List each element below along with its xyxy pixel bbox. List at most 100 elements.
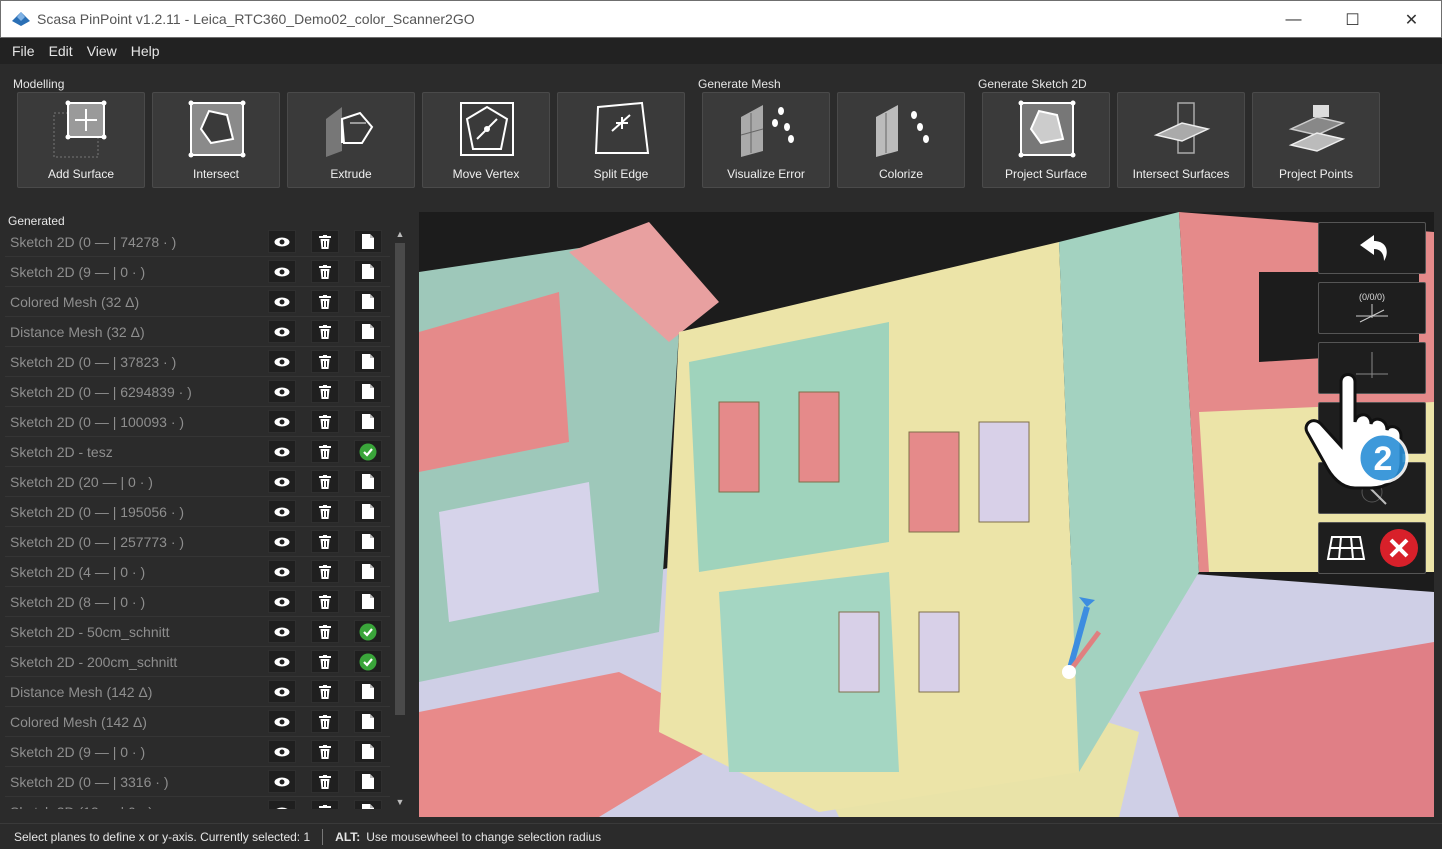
list-item[interactable]: Sketch 2D (0 — | 257773 · ) [5, 527, 390, 557]
set-origin-button[interactable]: (0/0/0) [1318, 282, 1426, 334]
visibility-eye-icon[interactable] [268, 290, 296, 313]
split-edge-button[interactable]: Split Edge [557, 92, 685, 188]
export-document-icon[interactable] [354, 320, 382, 343]
export-document-icon[interactable] [354, 410, 382, 433]
export-document-icon[interactable] [354, 290, 382, 313]
list-scrollbar[interactable]: ▲ ▼ [393, 227, 407, 809]
delete-trash-icon[interactable] [311, 500, 339, 523]
list-item[interactable]: Sketch 2D (0 — | 37823 · ) [5, 347, 390, 377]
export-document-icon[interactable] [354, 590, 382, 613]
export-document-icon[interactable] [354, 350, 382, 373]
export-document-icon[interactable] [354, 470, 382, 493]
delete-trash-icon[interactable] [311, 560, 339, 583]
menu-edit[interactable]: Edit [42, 43, 80, 59]
exported-check-icon[interactable] [354, 650, 382, 673]
list-item[interactable]: Sketch 2D (0 — | 74278 · ) [5, 227, 390, 257]
list-item[interactable]: Distance Mesh (142 Δ) [5, 677, 390, 707]
move-vertex-button[interactable]: Move Vertex [422, 92, 550, 188]
visibility-eye-icon[interactable] [268, 440, 296, 463]
list-item[interactable]: Colored Mesh (142 Δ) [5, 707, 390, 737]
visibility-eye-icon[interactable] [268, 320, 296, 343]
visibility-eye-icon[interactable] [268, 590, 296, 613]
visibility-eye-icon[interactable] [268, 410, 296, 433]
close-window-button[interactable]: ✕ [1382, 1, 1441, 39]
list-item[interactable]: Sketch 2D - 200cm_schnitt [5, 647, 390, 677]
list-item[interactable]: Sketch 2D (20 — | 0 · ) [5, 467, 390, 497]
export-document-icon[interactable] [354, 230, 382, 253]
grid-toggle-button[interactable] [1318, 522, 1426, 574]
delete-trash-icon[interactable] [311, 530, 339, 553]
visibility-eye-icon[interactable] [268, 560, 296, 583]
visibility-eye-icon[interactable] [268, 530, 296, 553]
delete-trash-icon[interactable] [311, 320, 339, 343]
3d-viewport[interactable]: (0/0/0) 2 [419, 212, 1434, 817]
export-document-icon[interactable] [354, 530, 382, 553]
project-points-button[interactable]: Project Points [1252, 92, 1380, 188]
delete-trash-icon[interactable] [311, 770, 339, 793]
list-item[interactable]: Sketch 2D (8 — | 0 · ) [5, 587, 390, 617]
close-red-icon[interactable] [1379, 528, 1419, 568]
export-document-icon[interactable] [354, 380, 382, 403]
undo-view-button[interactable] [1318, 222, 1426, 274]
visibility-eye-icon[interactable] [268, 680, 296, 703]
maximize-button[interactable]: ☐ [1323, 1, 1382, 39]
delete-trash-icon[interactable] [311, 620, 339, 643]
menu-view[interactable]: View [80, 43, 124, 59]
export-document-icon[interactable] [354, 710, 382, 733]
list-item[interactable]: Sketch 2D (0 — | 3316 · ) [5, 767, 390, 797]
scroll-down-arrow-icon[interactable]: ▼ [393, 795, 407, 809]
delete-trash-icon[interactable] [311, 680, 339, 703]
delete-trash-icon[interactable] [311, 800, 339, 809]
delete-trash-icon[interactable] [311, 590, 339, 613]
visibility-eye-icon[interactable] [268, 470, 296, 493]
list-item[interactable]: Sketch 2D (12 — | 0 · ) [5, 797, 390, 809]
add-surface-button[interactable]: Add Surface [17, 92, 145, 188]
export-document-icon[interactable] [354, 680, 382, 703]
project-surface-button[interactable]: Project Surface [982, 92, 1110, 188]
visibility-eye-icon[interactable] [268, 230, 296, 253]
list-item[interactable]: Sketch 2D (0 — | 100093 · ) [5, 407, 390, 437]
list-item[interactable]: Sketch 2D (0 — | 195056 · ) [5, 497, 390, 527]
delete-trash-icon[interactable] [311, 470, 339, 493]
intersect-button[interactable]: Intersect [152, 92, 280, 188]
exported-check-icon[interactable] [354, 620, 382, 643]
delete-trash-icon[interactable] [311, 440, 339, 463]
visibility-eye-icon[interactable] [268, 770, 296, 793]
visibility-eye-icon[interactable] [268, 380, 296, 403]
delete-trash-icon[interactable] [311, 380, 339, 403]
menu-file[interactable]: File [5, 43, 42, 59]
exported-check-icon[interactable] [354, 440, 382, 463]
list-item[interactable]: Sketch 2D - 50cm_schnitt [5, 617, 390, 647]
export-document-icon[interactable] [354, 770, 382, 793]
scroll-thumb[interactable] [395, 243, 405, 715]
list-item[interactable]: Sketch 2D (9 — | 0 · ) [5, 257, 390, 287]
export-document-icon[interactable] [354, 740, 382, 763]
delete-trash-icon[interactable] [311, 290, 339, 313]
intersect-surfaces-button[interactable]: Intersect Surfaces [1117, 92, 1245, 188]
export-document-icon[interactable] [354, 500, 382, 523]
visibility-eye-icon[interactable] [268, 350, 296, 373]
delete-trash-icon[interactable] [311, 350, 339, 373]
export-document-icon[interactable] [354, 560, 382, 583]
list-item[interactable]: Sketch 2D (0 — | 6294839 · ) [5, 377, 390, 407]
list-item[interactable]: Colored Mesh (32 Δ) [5, 287, 390, 317]
visibility-eye-icon[interactable] [268, 710, 296, 733]
visibility-eye-icon[interactable] [268, 260, 296, 283]
list-item[interactable]: Sketch 2D - tesz [5, 437, 390, 467]
colorize-button[interactable]: Colorize [837, 92, 965, 188]
list-item[interactable]: Sketch 2D (9 — | 0 · ) [5, 737, 390, 767]
menu-help[interactable]: Help [124, 43, 167, 59]
delete-trash-icon[interactable] [311, 740, 339, 763]
visibility-eye-icon[interactable] [268, 800, 296, 809]
visibility-eye-icon[interactable] [268, 500, 296, 523]
export-document-icon[interactable] [354, 260, 382, 283]
delete-trash-icon[interactable] [311, 230, 339, 253]
extrude-button[interactable]: Extrude [287, 92, 415, 188]
scroll-up-arrow-icon[interactable]: ▲ [393, 227, 407, 241]
visibility-eye-icon[interactable] [268, 740, 296, 763]
delete-trash-icon[interactable] [311, 260, 339, 283]
minimize-button[interactable]: — [1264, 1, 1323, 39]
list-item[interactable]: Distance Mesh (32 Δ) [5, 317, 390, 347]
visualize-error-button[interactable]: Visualize Error [702, 92, 830, 188]
visibility-eye-icon[interactable] [268, 650, 296, 673]
